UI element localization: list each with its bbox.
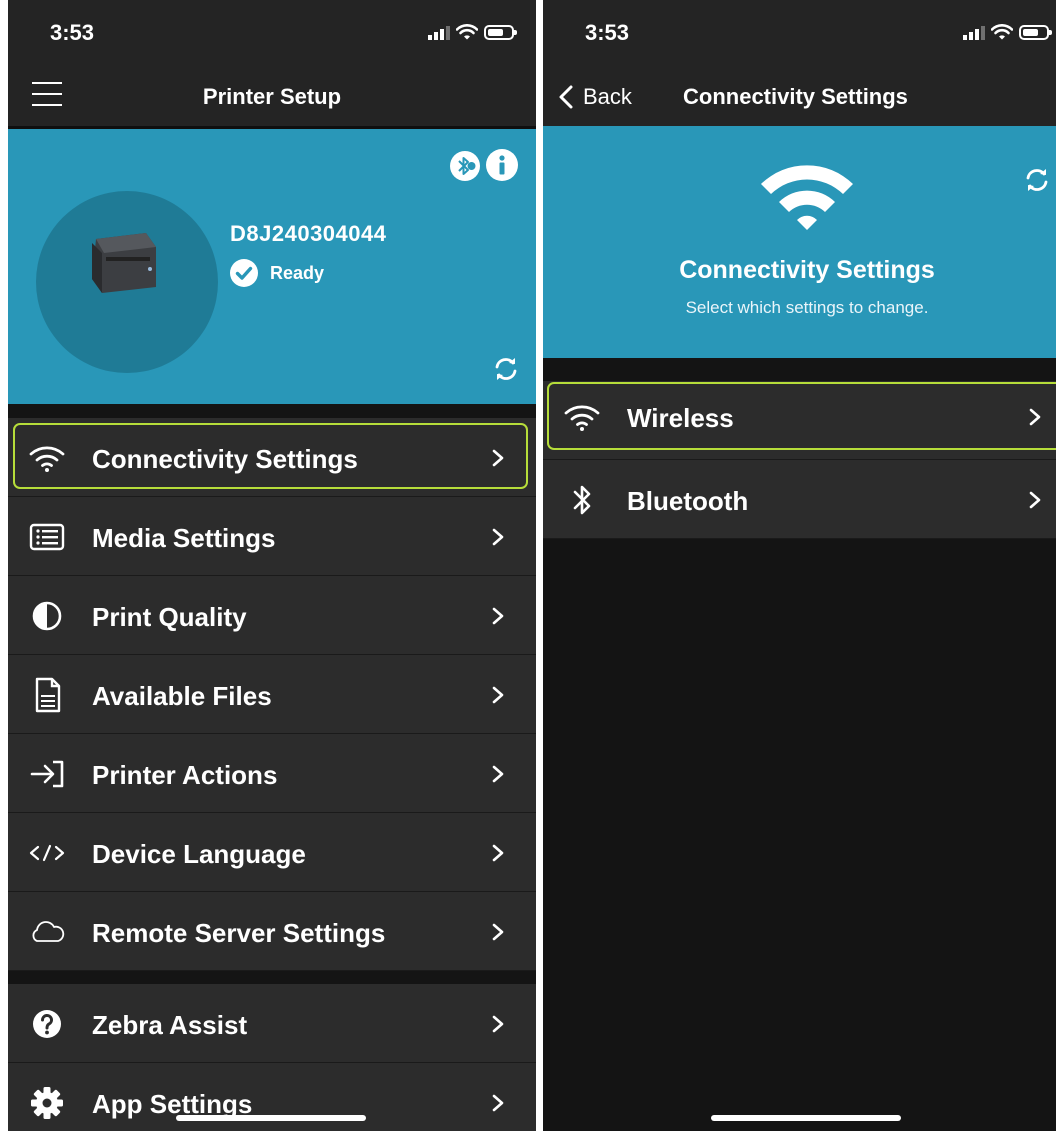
status-icons	[963, 24, 1052, 40]
bluetooth-icon	[573, 485, 591, 515]
menu-item-label: Wireless	[627, 403, 734, 433]
connectivity-settings-screen: 3:53 Back Connectivity Settings Connecti…	[543, 0, 1056, 1131]
chevron-right-icon	[492, 449, 504, 467]
wifi-icon	[761, 165, 853, 230]
info-icon[interactable]	[486, 149, 518, 181]
menu-item-label: Remote Server Settings	[92, 918, 386, 948]
menu-item-label: Connectivity Settings	[92, 444, 358, 474]
status-bar: 3:53	[8, 0, 536, 68]
wifi-icon	[29, 446, 65, 472]
chevron-right-icon	[492, 1015, 504, 1033]
back-button[interactable]: Back	[557, 84, 632, 110]
chevron-right-icon	[492, 686, 504, 704]
menu-item-printer-actions[interactable]: Printer Actions	[8, 734, 536, 813]
battery-icon	[484, 25, 517, 40]
connectivity-header: Connectivity Settings Select which setti…	[543, 126, 1056, 358]
printer-status-panel: D8J240304044 Ready	[8, 129, 536, 404]
chevron-right-icon	[492, 607, 504, 625]
back-label: Back	[583, 84, 632, 109]
printer-serial: D8J240304044	[230, 221, 387, 246]
list-icon	[29, 523, 65, 551]
chevron-right-icon	[492, 923, 504, 941]
chevron-right-icon	[492, 1094, 504, 1112]
menu-item-media-settings[interactable]: Media Settings	[8, 497, 536, 576]
status-bar: 3:53	[543, 0, 1056, 68]
printer-icon	[92, 233, 156, 293]
menu-item-connectivity-settings[interactable]: Connectivity Settings	[8, 418, 536, 497]
home-indicator[interactable]	[711, 1115, 901, 1121]
menu-item-label: Printer Actions	[92, 760, 278, 790]
home-indicator[interactable]	[176, 1115, 366, 1121]
app-list: Zebra Assist App Settings	[8, 984, 536, 1131]
chevron-right-icon	[1029, 491, 1041, 509]
cloud-icon	[32, 921, 65, 942]
section-gap	[8, 404, 536, 418]
nav-bar: Back Connectivity Settings	[543, 68, 1056, 126]
chevron-right-icon	[1029, 408, 1041, 426]
wifi-status-icon	[456, 24, 478, 40]
code-icon	[29, 844, 65, 862]
header-subtitle: Select which settings to change.	[685, 298, 929, 317]
menu-item-label: Available Files	[92, 681, 272, 711]
menu-item-label: Zebra Assist	[92, 1010, 248, 1040]
menu-item-print-quality[interactable]: Print Quality	[8, 576, 536, 655]
status-time: 3:53	[585, 20, 630, 45]
refresh-icon[interactable]	[492, 355, 520, 383]
cellular-signal-icon	[963, 24, 985, 40]
gear-icon	[31, 1087, 63, 1119]
status-icons	[428, 24, 517, 40]
page-title: Connectivity Settings	[683, 84, 908, 109]
cellular-signal-icon	[428, 24, 450, 40]
file-icon	[35, 677, 61, 713]
menu-item-label: Bluetooth	[627, 486, 749, 516]
section-gap	[8, 971, 536, 984]
menu-item-available-files[interactable]: Available Files	[8, 655, 536, 734]
refresh-icon[interactable]	[1023, 166, 1051, 194]
question-icon	[33, 1010, 61, 1038]
wifi-icon	[564, 405, 600, 431]
menu-item-zebra-assist[interactable]: Zebra Assist	[8, 984, 536, 1063]
menu-item-device-language[interactable]: Device Language	[8, 813, 536, 892]
header-title: Connectivity Settings	[679, 256, 935, 284]
check-circle-icon	[230, 259, 258, 287]
menu-item-label: Device Language	[92, 839, 306, 869]
login-arrow-icon	[30, 760, 64, 788]
chevron-right-icon	[492, 844, 504, 862]
chevron-right-icon	[492, 528, 504, 546]
printer-setup-screen: 3:53 Printer Setup D8J240304044 Ready Co…	[8, 0, 536, 1131]
contrast-icon	[32, 601, 62, 631]
battery-icon	[1019, 25, 1052, 40]
chevron-left-icon	[559, 85, 573, 109]
menu-item-remote-server-settings[interactable]: Remote Server Settings	[8, 892, 536, 971]
connectivity-list: Wireless Bluetooth	[543, 381, 1056, 539]
menu-item-bluetooth[interactable]: Bluetooth	[543, 460, 1056, 539]
chevron-right-icon	[492, 765, 504, 783]
bluetooth-le-icon[interactable]	[450, 151, 480, 181]
status-time: 3:53	[50, 20, 95, 45]
printer-status: Ready	[230, 259, 324, 287]
wifi-status-icon	[991, 24, 1013, 40]
menu-item-label: Print Quality	[92, 602, 247, 632]
section-gap	[543, 358, 1056, 381]
page-title: Printer Setup	[202, 84, 342, 109]
menu-item-wireless[interactable]: Wireless	[543, 381, 1056, 460]
settings-list: Connectivity Settings Media Settings Pri…	[8, 418, 536, 971]
printer-status-text: Ready	[270, 262, 325, 283]
menu-item-label: Media Settings	[92, 523, 276, 553]
nav-bar: Printer Setup	[8, 68, 536, 129]
